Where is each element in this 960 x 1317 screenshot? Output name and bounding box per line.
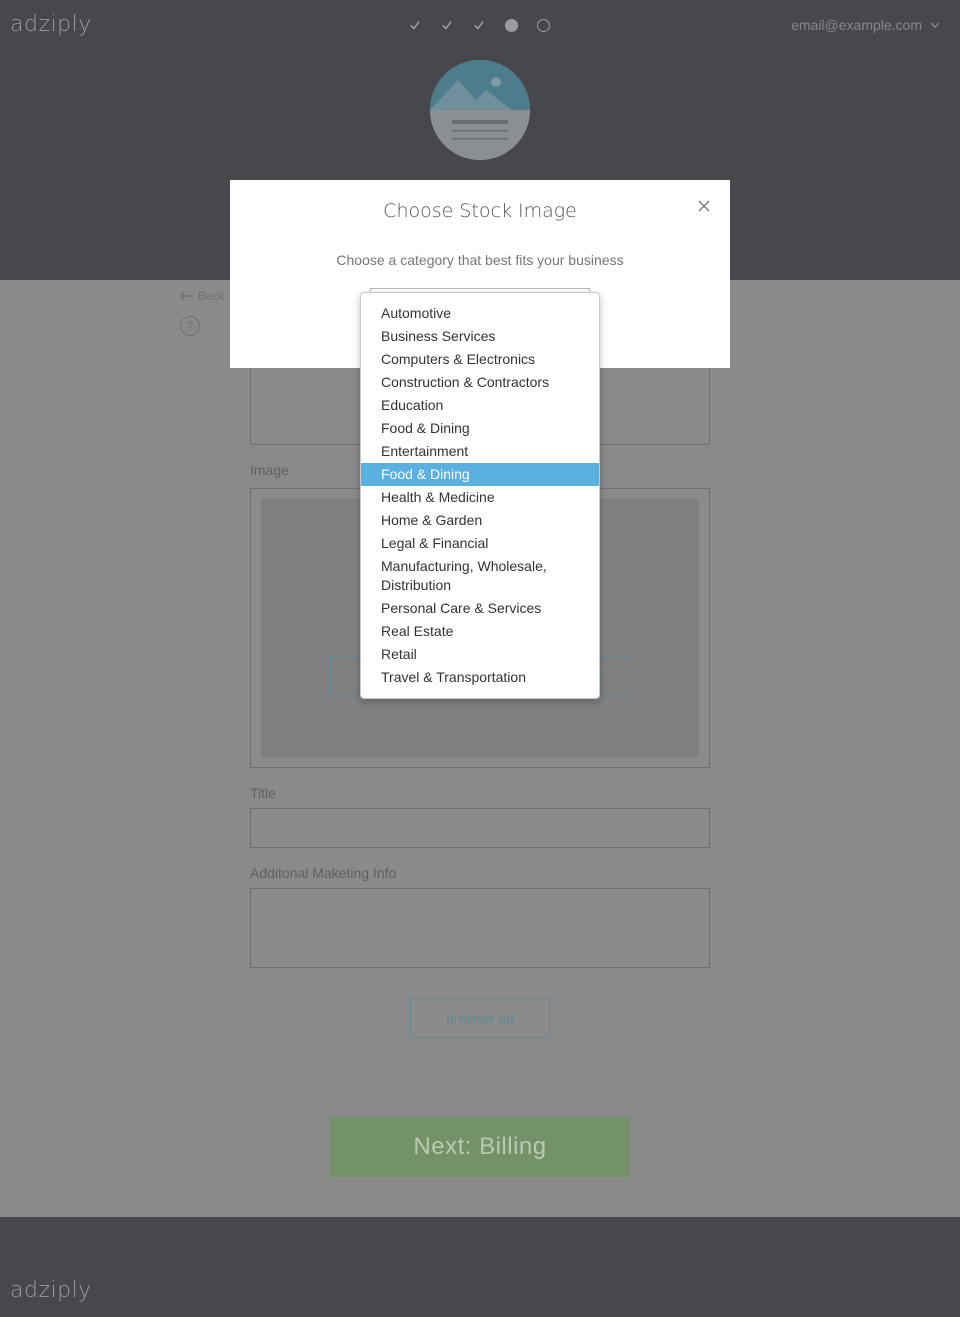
footer [0,1217,960,1317]
preview-ad-button[interactable]: preview ad [410,998,550,1038]
progress-steps [408,18,550,32]
category-option[interactable]: Personal Care & Services [361,597,599,620]
category-option[interactable]: Entertainment [361,440,599,463]
step-2-check-icon [440,18,454,32]
image-label: Image [250,462,289,478]
step-4-current-dot-icon [504,18,518,32]
category-option[interactable]: Manufacturing, Wholesale, Distribution [361,555,599,597]
category-option[interactable]: Education [361,394,599,417]
category-option[interactable]: Home & Garden [361,509,599,532]
category-option[interactable]: Food & Dining [361,417,599,440]
marketing-info-textarea[interactable] [250,888,710,968]
category-option[interactable]: Automotive [361,302,599,325]
category-option[interactable]: Retail [361,643,599,666]
help-icon[interactable]: ? [180,316,200,336]
modal-subtitle: Choose a category that best fits your bu… [336,252,624,268]
logo[interactable]: adziply [10,12,92,37]
user-menu[interactable]: email@example.com [791,17,940,33]
step-1-check-icon [408,18,422,32]
category-option-highlighted[interactable]: Food & Dining [361,463,599,486]
upload-image-button[interactable] [330,656,360,696]
title-input[interactable] [250,808,710,848]
chevron-down-icon [930,22,940,28]
category-option[interactable]: Computers & Electronics [361,348,599,371]
step-5-upcoming-dot-icon [536,18,550,32]
next-billing-button[interactable]: Next: Billing [330,1117,630,1177]
title-label: Title [250,785,276,801]
category-option[interactable]: Construction & Contractors [361,371,599,394]
back-label: Back [198,289,225,303]
back-link[interactable]: Back [180,289,225,303]
footer-logo[interactable]: adziply [10,1278,92,1303]
ad-image-placeholder-icon [430,60,530,160]
arrow-left-icon [180,291,193,301]
category-dropdown-list: Automotive Business Services Computers &… [360,292,600,699]
marketing-info-label: Additonal Maketing Info [250,865,397,881]
category-option[interactable]: Health & Medicine [361,486,599,509]
step-3-check-icon [472,18,486,32]
category-option[interactable]: Travel & Transportation [361,666,599,689]
close-icon[interactable] [697,199,711,213]
modal-title: Choose Stock Image [383,200,577,222]
category-option[interactable]: Business Services [361,325,599,348]
user-email: email@example.com [791,17,922,33]
category-option[interactable]: Legal & Financial [361,532,599,555]
category-option[interactable]: Real Estate [361,620,599,643]
